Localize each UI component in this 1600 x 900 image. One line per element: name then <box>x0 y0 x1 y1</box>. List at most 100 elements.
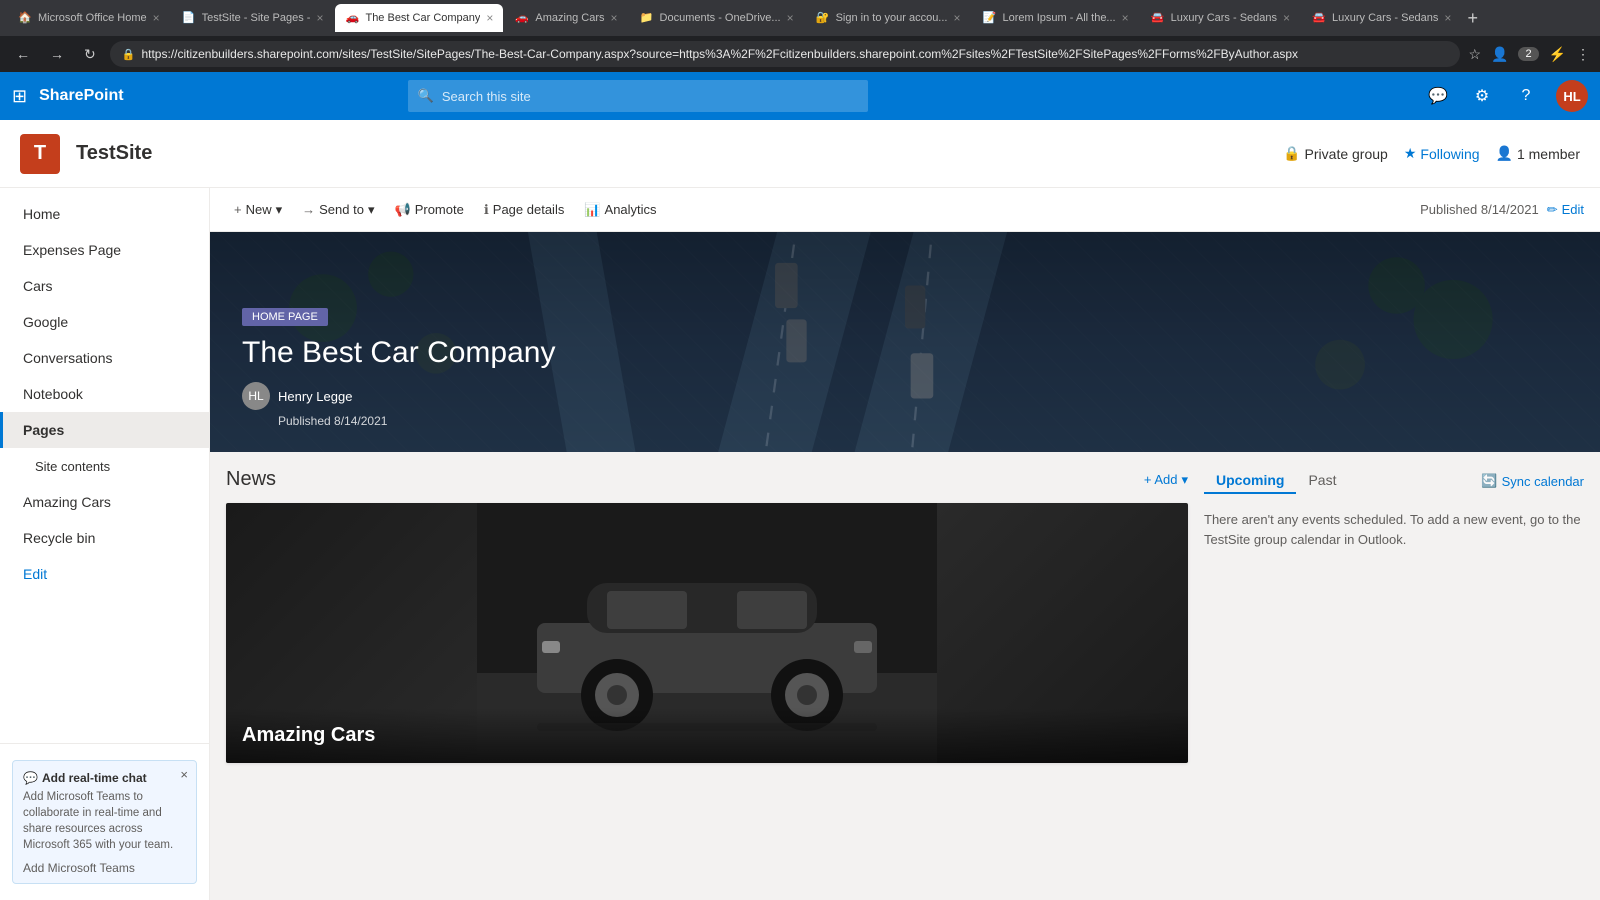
search-box[interactable]: 🔍 Search this site <box>408 80 868 112</box>
tab-label: The Best Car Company <box>365 12 480 24</box>
events-tab-past[interactable]: Past <box>1296 468 1348 494</box>
sidebar-item-pages[interactable]: Pages <box>0 412 209 448</box>
tab-label: Amazing Cars <box>535 12 604 24</box>
edit-button[interactable]: ✏ Edit <box>1547 202 1584 218</box>
promote-icon: 📢 <box>395 202 411 218</box>
chat-promo-title: 💬 Add real-time chat <box>23 771 186 785</box>
tab-best-car-company[interactable]: 🚗 The Best Car Company × <box>335 4 503 32</box>
tab-label: Documents - OneDrive... <box>660 12 781 24</box>
tab-favicon: 📁 <box>640 11 654 25</box>
private-label-text: Private group <box>1305 146 1388 162</box>
tab-favicon: 🚗 <box>345 11 359 25</box>
tab-signin[interactable]: 🔐 Sign in to your accou... × <box>806 4 971 32</box>
hero-content: HOME PAGE The Best Car Company HL Henry … <box>210 307 587 452</box>
page-details-button[interactable]: ℹ Page details <box>476 194 573 226</box>
hero-title: The Best Car Company <box>242 336 555 370</box>
tab-close-icon[interactable]: × <box>1444 11 1451 25</box>
sidebar-item-notebook[interactable]: Notebook <box>0 376 209 412</box>
main-layout: Home Expenses Page Cars Google Conversat… <box>0 188 1600 900</box>
events-header: Upcoming Past 🔄 Sync calendar <box>1204 468 1584 494</box>
tab-amazing-cars[interactable]: 🚗 Amazing Cars × <box>505 4 627 32</box>
tab-label: Microsoft Office Home <box>38 12 147 24</box>
tab-label: Lorem Ipsum - All the... <box>1003 12 1116 24</box>
sync-icon: 🔄 <box>1481 473 1497 489</box>
menu-icon[interactable]: ⋮ <box>1576 46 1590 63</box>
forward-button[interactable]: → <box>44 44 70 64</box>
news-add-button[interactable]: + Add ▾ <box>1144 472 1188 488</box>
site-header-right: 🔒 Private group ★ Following 👤 1 member <box>1283 145 1580 162</box>
sidebar-item-conversations[interactable]: Conversations <box>0 340 209 376</box>
following-button[interactable]: ★ Following <box>1404 145 1480 162</box>
tab-favicon: 📄 <box>182 11 196 25</box>
add-teams-button[interactable]: Add Microsoft Teams <box>23 861 186 875</box>
events-tab-upcoming[interactable]: Upcoming <box>1204 468 1296 494</box>
sidebar-item-edit[interactable]: Edit <box>0 556 209 592</box>
sidebar-item-amazing-cars[interactable]: Amazing Cars <box>0 484 209 520</box>
news-add-icon: + Add <box>1144 472 1178 487</box>
tab-close-icon[interactable]: × <box>787 11 794 25</box>
site-header: T TestSite 🔒 Private group ★ Following 👤… <box>0 120 1600 188</box>
address-bar[interactable]: 🔒 https://citizenbuilders.sharepoint.com… <box>110 41 1461 67</box>
user-avatar[interactable]: HL <box>1556 80 1588 112</box>
private-icon: 🔒 <box>1283 145 1300 162</box>
tab-lorem[interactable]: 📝 Lorem Ipsum - All the... × <box>973 4 1139 32</box>
sidebar: Home Expenses Page Cars Google Conversat… <box>0 188 210 900</box>
back-button[interactable]: ← <box>10 44 36 64</box>
app-launcher-icon[interactable]: ⊞ <box>12 86 27 107</box>
new-button[interactable]: + New ▾ <box>226 194 290 226</box>
tab-close-icon[interactable]: × <box>486 11 493 25</box>
address-text: https://citizenbuilders.sharepoint.com/s… <box>141 47 1298 61</box>
tab-close-icon[interactable]: × <box>953 11 960 25</box>
star-icon: ★ <box>1404 145 1417 162</box>
bookmark-icon[interactable]: ☆ <box>1468 46 1481 63</box>
sidebar-item-cars[interactable]: Cars <box>0 268 209 304</box>
send-to-button[interactable]: → Send to ▾ <box>294 194 382 226</box>
help-icon[interactable]: ? <box>1512 82 1540 110</box>
tab-luxury-cars-2[interactable]: 🚘 Luxury Cars - Sedans × <box>1302 4 1461 32</box>
sidebar-item-home[interactable]: Home <box>0 196 209 232</box>
settings-icon[interactable]: ⚙ <box>1468 82 1496 110</box>
plus-icon: + <box>234 202 242 217</box>
tab-close-icon[interactable]: × <box>316 11 323 25</box>
tab-close-icon[interactable]: × <box>1283 11 1290 25</box>
details-icon: ℹ <box>484 202 489 218</box>
tab-favicon: 🚘 <box>1151 11 1165 25</box>
promote-button[interactable]: 📢 Promote <box>387 194 472 226</box>
tab-testsite-sitepages[interactable]: 📄 TestSite - Site Pages - × <box>172 4 334 32</box>
hero-badge: HOME PAGE <box>242 308 328 326</box>
content-area: + New ▾ → Send to ▾ 📢 Promote ℹ Page det… <box>210 188 1600 900</box>
events-section: Upcoming Past 🔄 Sync calendar There aren… <box>1204 468 1584 763</box>
sidebar-item-recycle-bin[interactable]: Recycle bin <box>0 520 209 556</box>
news-add-dropdown-icon: ▾ <box>1181 472 1188 488</box>
tab-close-icon[interactable]: × <box>153 11 160 25</box>
extensions-icon[interactable]: ⚡ <box>1549 46 1566 63</box>
analytics-button[interactable]: 📊 Analytics <box>576 194 664 226</box>
hero-banner: HOME PAGE The Best Car Company HL Henry … <box>210 232 1600 452</box>
sidebar-bottom: × 💬 Add real-time chat Add Microsoft Tea… <box>0 743 209 900</box>
edit-icon: ✏ <box>1547 202 1558 218</box>
reload-button[interactable]: ↻ <box>78 44 102 65</box>
sidebar-item-site-contents[interactable]: Site contents <box>0 448 209 484</box>
new-tab-button[interactable]: + <box>1467 8 1478 29</box>
sidebar-item-google[interactable]: Google <box>0 304 209 340</box>
sidebar-nav: Home Expenses Page Cars Google Conversat… <box>0 188 209 743</box>
members-button[interactable]: 👤 1 member <box>1496 145 1580 162</box>
tab-favicon: 🚗 <box>515 11 529 25</box>
tab-luxury-cars-1[interactable]: 🚘 Luxury Cars - Sedans × <box>1141 4 1300 32</box>
tab-onedrive[interactable]: 📁 Documents - OneDrive... × <box>630 4 804 32</box>
chat-icon[interactable]: 💬 <box>1424 82 1452 110</box>
sync-calendar-button[interactable]: 🔄 Sync calendar <box>1481 473 1584 489</box>
author-avatar: HL <box>242 382 270 410</box>
tab-close-icon[interactable]: × <box>1122 11 1129 25</box>
news-card[interactable]: Amazing Cars <box>226 503 1188 763</box>
sharepoint-logo[interactable]: SharePoint <box>39 87 123 105</box>
hero-author: HL Henry Legge <box>242 382 555 410</box>
header-right: 💬 ⚙ ? HL <box>1424 80 1588 112</box>
chat-promo-close-button[interactable]: × <box>180 767 188 782</box>
tab-close-icon[interactable]: × <box>611 11 618 25</box>
profile-icon[interactable]: 👤 <box>1491 46 1508 63</box>
tab-office-home[interactable]: 🏠 Microsoft Office Home × <box>8 4 170 32</box>
sidebar-item-expenses[interactable]: Expenses Page <box>0 232 209 268</box>
site-icon: T <box>20 134 60 174</box>
teams-icon: 💬 <box>23 771 38 785</box>
